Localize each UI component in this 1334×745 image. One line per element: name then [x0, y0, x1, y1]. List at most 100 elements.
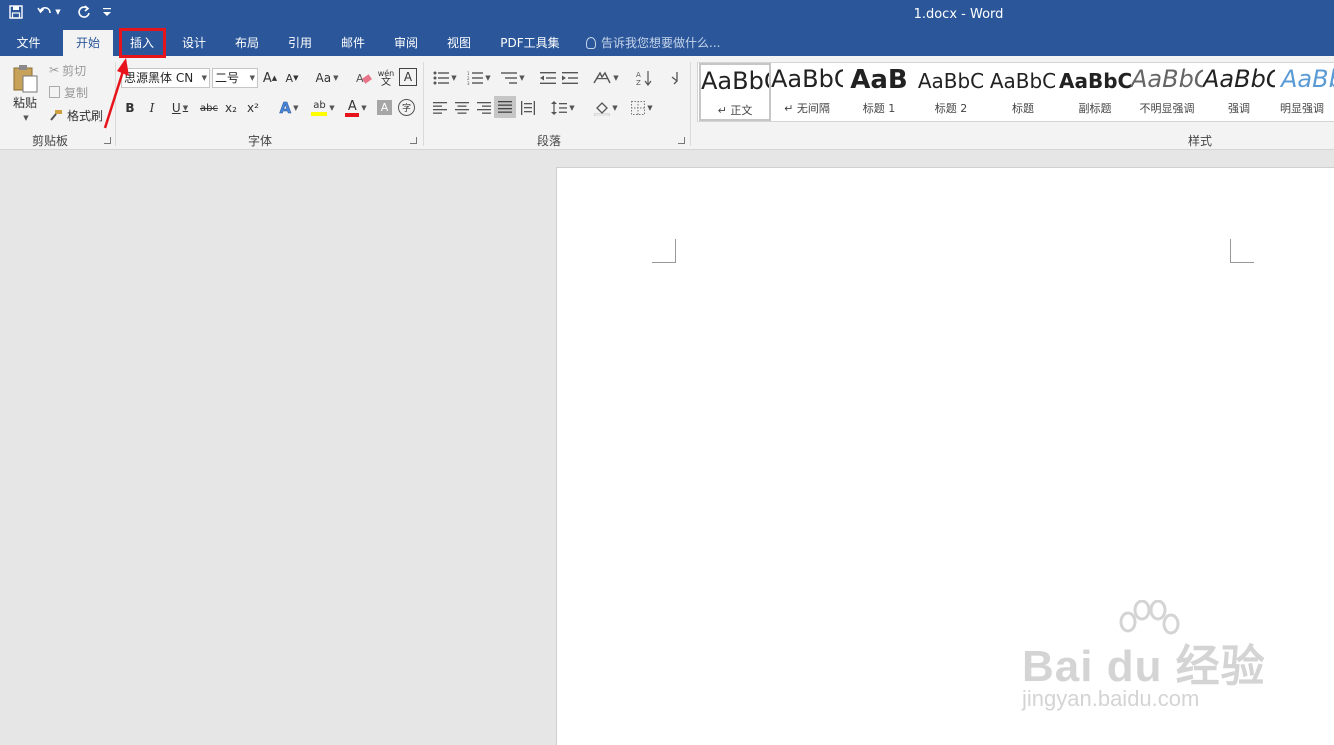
italic-button[interactable]: I	[144, 98, 160, 118]
copy-button[interactable]: 复制	[49, 83, 99, 101]
align-center-button[interactable]	[452, 98, 472, 118]
tab-references[interactable]: 引用	[278, 30, 322, 56]
svg-text:3: 3	[467, 81, 470, 85]
chevron-down-icon: ▼	[201, 74, 207, 82]
highlight-color-button[interactable]: ab ▼	[308, 98, 338, 118]
shrink-font-button[interactable]: A ▼	[284, 68, 300, 88]
cut-label: 剪切	[62, 63, 87, 78]
style-sample: AaBbCcDd	[1131, 65, 1203, 93]
grow-font-button[interactable]: A ▲	[262, 68, 278, 88]
distributed-button[interactable]	[518, 98, 538, 118]
line-spacing-button[interactable]: ▼	[548, 98, 578, 118]
style-heading-1[interactable]: AaB 标题 1	[843, 63, 915, 121]
tab-review[interactable]: 审阅	[384, 30, 428, 56]
tab-file[interactable]: 文件	[0, 30, 57, 56]
change-case-icon: Aa	[315, 71, 332, 85]
paste-button[interactable]: 粘贴	[8, 62, 42, 112]
tab-layout[interactable]: 布局	[225, 30, 269, 56]
superscript-icon: x²	[247, 101, 259, 115]
margin-corner-mark	[1230, 239, 1254, 263]
tell-me-box[interactable]: 告诉我您想要做什么...	[586, 30, 720, 56]
style-emphasis[interactable]: AaBbCcDd 强调	[1203, 63, 1275, 121]
numbering-icon: 123	[467, 71, 484, 85]
tab-design[interactable]: 设计	[172, 30, 216, 56]
underline-button[interactable]: U ▼	[166, 98, 194, 118]
multilevel-list-icon	[501, 72, 518, 84]
enclose-characters-button[interactable]: 字	[398, 99, 415, 116]
font-color-icon: A	[345, 99, 360, 117]
style-name: 标题 2	[934, 102, 968, 115]
chinese-layout-button[interactable]: ▼	[590, 68, 622, 88]
increase-indent-button[interactable]	[560, 68, 580, 88]
paste-label: 粘贴	[12, 95, 37, 110]
font-color-button[interactable]: A ▼	[342, 98, 370, 118]
style-sample: AaB	[850, 65, 908, 95]
tab-view[interactable]: 视图	[437, 30, 481, 56]
character-border-button[interactable]: A	[399, 68, 417, 86]
font-size-combo[interactable]: 二号 ▼	[212, 68, 258, 88]
cut-button[interactable]: ✂ 剪切	[49, 61, 99, 79]
strikethrough-icon: abc	[200, 102, 218, 114]
style-subtitle[interactable]: AaBbC 副标题	[1059, 63, 1131, 121]
show-marks-button[interactable]	[666, 68, 686, 88]
margin-corner-mark	[652, 239, 676, 263]
phonetic-guide-button[interactable]: wén 文	[376, 66, 396, 90]
paragraph-launcher[interactable]	[678, 137, 685, 144]
style-name: 标题	[1012, 102, 1034, 115]
scissors-icon: ✂	[49, 63, 60, 77]
grow-font-icon: A	[262, 70, 272, 86]
eraser-icon: A	[356, 72, 372, 85]
style-heading-2[interactable]: AaBbC 标题 2	[915, 63, 987, 121]
styles-group-label: 样式	[1187, 134, 1212, 148]
style-name: 不明显强调	[1139, 102, 1195, 115]
shading-button[interactable]: ▼	[590, 98, 622, 118]
style-sample: AaBbCcDd	[1203, 65, 1275, 93]
align-left-button[interactable]	[430, 98, 450, 118]
text-effects-button[interactable]: A ▼	[276, 98, 302, 118]
align-right-button[interactable]	[474, 98, 494, 118]
copy-icon	[49, 86, 60, 98]
numbering-button[interactable]: 1 2 3 ▼	[464, 68, 494, 88]
ribbon-home: 粘贴 ▼ ✂ 剪切 复制 格式刷 剪贴板 思源黑体 CN ▼ 二号 ▼ A ▲ A ▼ …	[0, 56, 1334, 150]
title-bar: ▼ 1.docx - Word	[0, 0, 1334, 30]
style-subtle-emphasis[interactable]: AaBbCcDd 不明显强调	[1131, 63, 1203, 121]
paste-dropdown[interactable]: ▼	[18, 113, 32, 123]
enclose-char-icon: 字	[401, 104, 411, 114]
increase-indent-icon	[562, 72, 578, 84]
shrink-font-icon: A	[285, 71, 294, 85]
insert-tab-highlight	[119, 28, 166, 58]
align-left-icon	[433, 102, 447, 114]
red-arrow-icon	[103, 58, 129, 129]
style-name: 明显强调	[1280, 102, 1324, 115]
multilevel-list-button[interactable]: ▼	[498, 68, 528, 88]
change-case-button[interactable]: Aa ▼	[312, 68, 342, 88]
tab-home[interactable]: 开始	[63, 30, 113, 56]
font-launcher[interactable]	[410, 137, 417, 144]
clear-formatting-button[interactable]: A	[354, 68, 374, 88]
tab-mailings[interactable]: 邮件	[331, 30, 375, 56]
tab-pdf-tools[interactable]: PDF工具集	[492, 30, 568, 56]
phonetic-char: 文	[381, 77, 391, 88]
sort-button[interactable]: AZ	[634, 68, 654, 88]
strikethrough-button[interactable]: abc	[198, 98, 220, 118]
subscript-button[interactable]: x₂	[222, 98, 240, 118]
character-shading-button[interactable]: A	[377, 100, 392, 115]
ribbon-tab-bar: 文件 开始 插入 设计 布局 引用 邮件 审阅 视图 PDF工具集 告诉我您想要…	[0, 30, 1334, 56]
style-sample: AaBbCcDd	[1281, 65, 1334, 93]
style-title[interactable]: AaBbC 标题	[987, 63, 1059, 121]
baidu-watermark: Bai du 经验 jingyan.baidu.com	[1022, 600, 1272, 720]
style-no-spacing[interactable]: AaBbCcDd ↵ 无间隔	[771, 63, 843, 121]
style-normal[interactable]: AaBbCcDd ↵ 正文	[699, 63, 771, 121]
superscript-button[interactable]: x²	[244, 98, 262, 118]
borders-button[interactable]: ▼	[626, 98, 658, 118]
bullets-button[interactable]: ▼	[430, 68, 460, 88]
justify-button[interactable]	[494, 96, 516, 118]
justify-icon	[498, 101, 512, 113]
paste-icon	[13, 64, 38, 92]
clipboard-launcher[interactable]	[104, 137, 111, 144]
font-size-value: 二号	[215, 71, 240, 85]
decrease-indent-button[interactable]	[538, 68, 558, 88]
style-intense-emphasis[interactable]: AaBbCcDd 明显强调	[1275, 63, 1334, 121]
char-border-icon: A	[403, 70, 413, 84]
watermark-url: jingyan.baidu.com	[1022, 686, 1200, 711]
